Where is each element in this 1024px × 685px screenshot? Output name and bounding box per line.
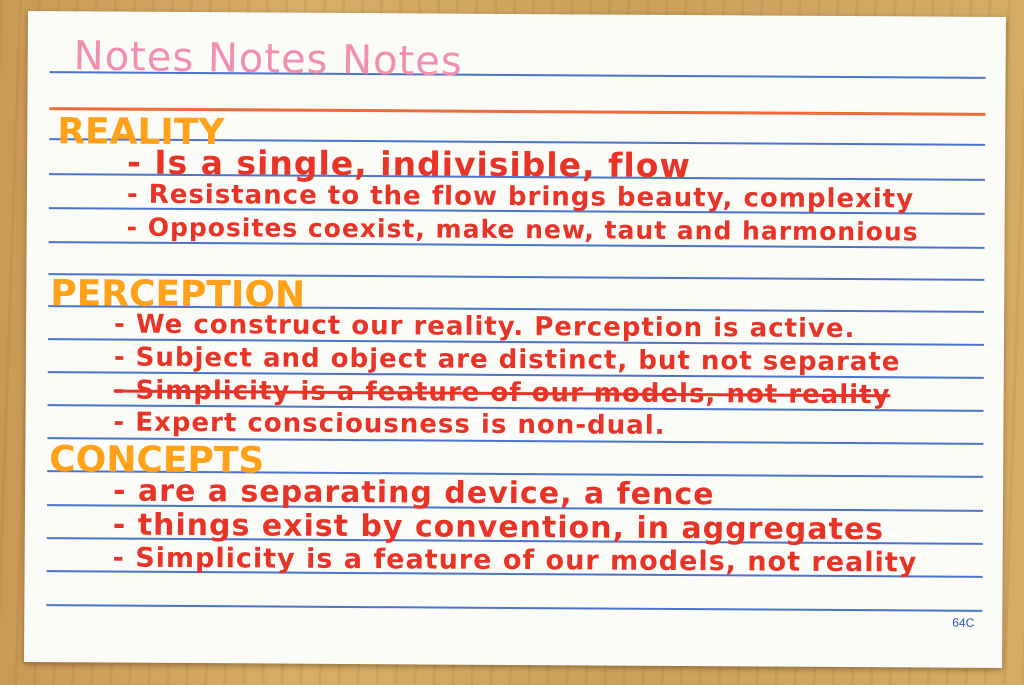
concepts-item-2: - things exist by convention, in aggrega… — [112, 507, 885, 548]
reality-item-2: - Resistance to the flow brings beauty, … — [126, 179, 915, 215]
concepts-item-1: - are a separating device, a fence — [112, 473, 715, 513]
perception-item-2: - Subject and object are distinct, but n… — [113, 342, 901, 378]
perception-item-4: - Expert consciousness is non-dual. — [113, 407, 666, 441]
perception-item-3-struck: - Simplicity is a feature of our models,… — [113, 375, 891, 411]
perception-item-1: - We construct our reality. Perception i… — [113, 309, 856, 345]
card-number: 64C — [952, 615, 975, 630]
card-title: Notes Notes Notes — [73, 33, 464, 86]
reality-item-1: - Is a single, indivisible, flow — [126, 142, 692, 186]
index-card: Notes Notes Notes REALITY - Is a single,… — [24, 11, 1006, 668]
concepts-item-3: - Simplicity is a feature of our models,… — [112, 542, 918, 579]
reality-item-3: - Opposites coexist, make new, taut and … — [126, 212, 919, 247]
ruled-line — [46, 604, 983, 612]
